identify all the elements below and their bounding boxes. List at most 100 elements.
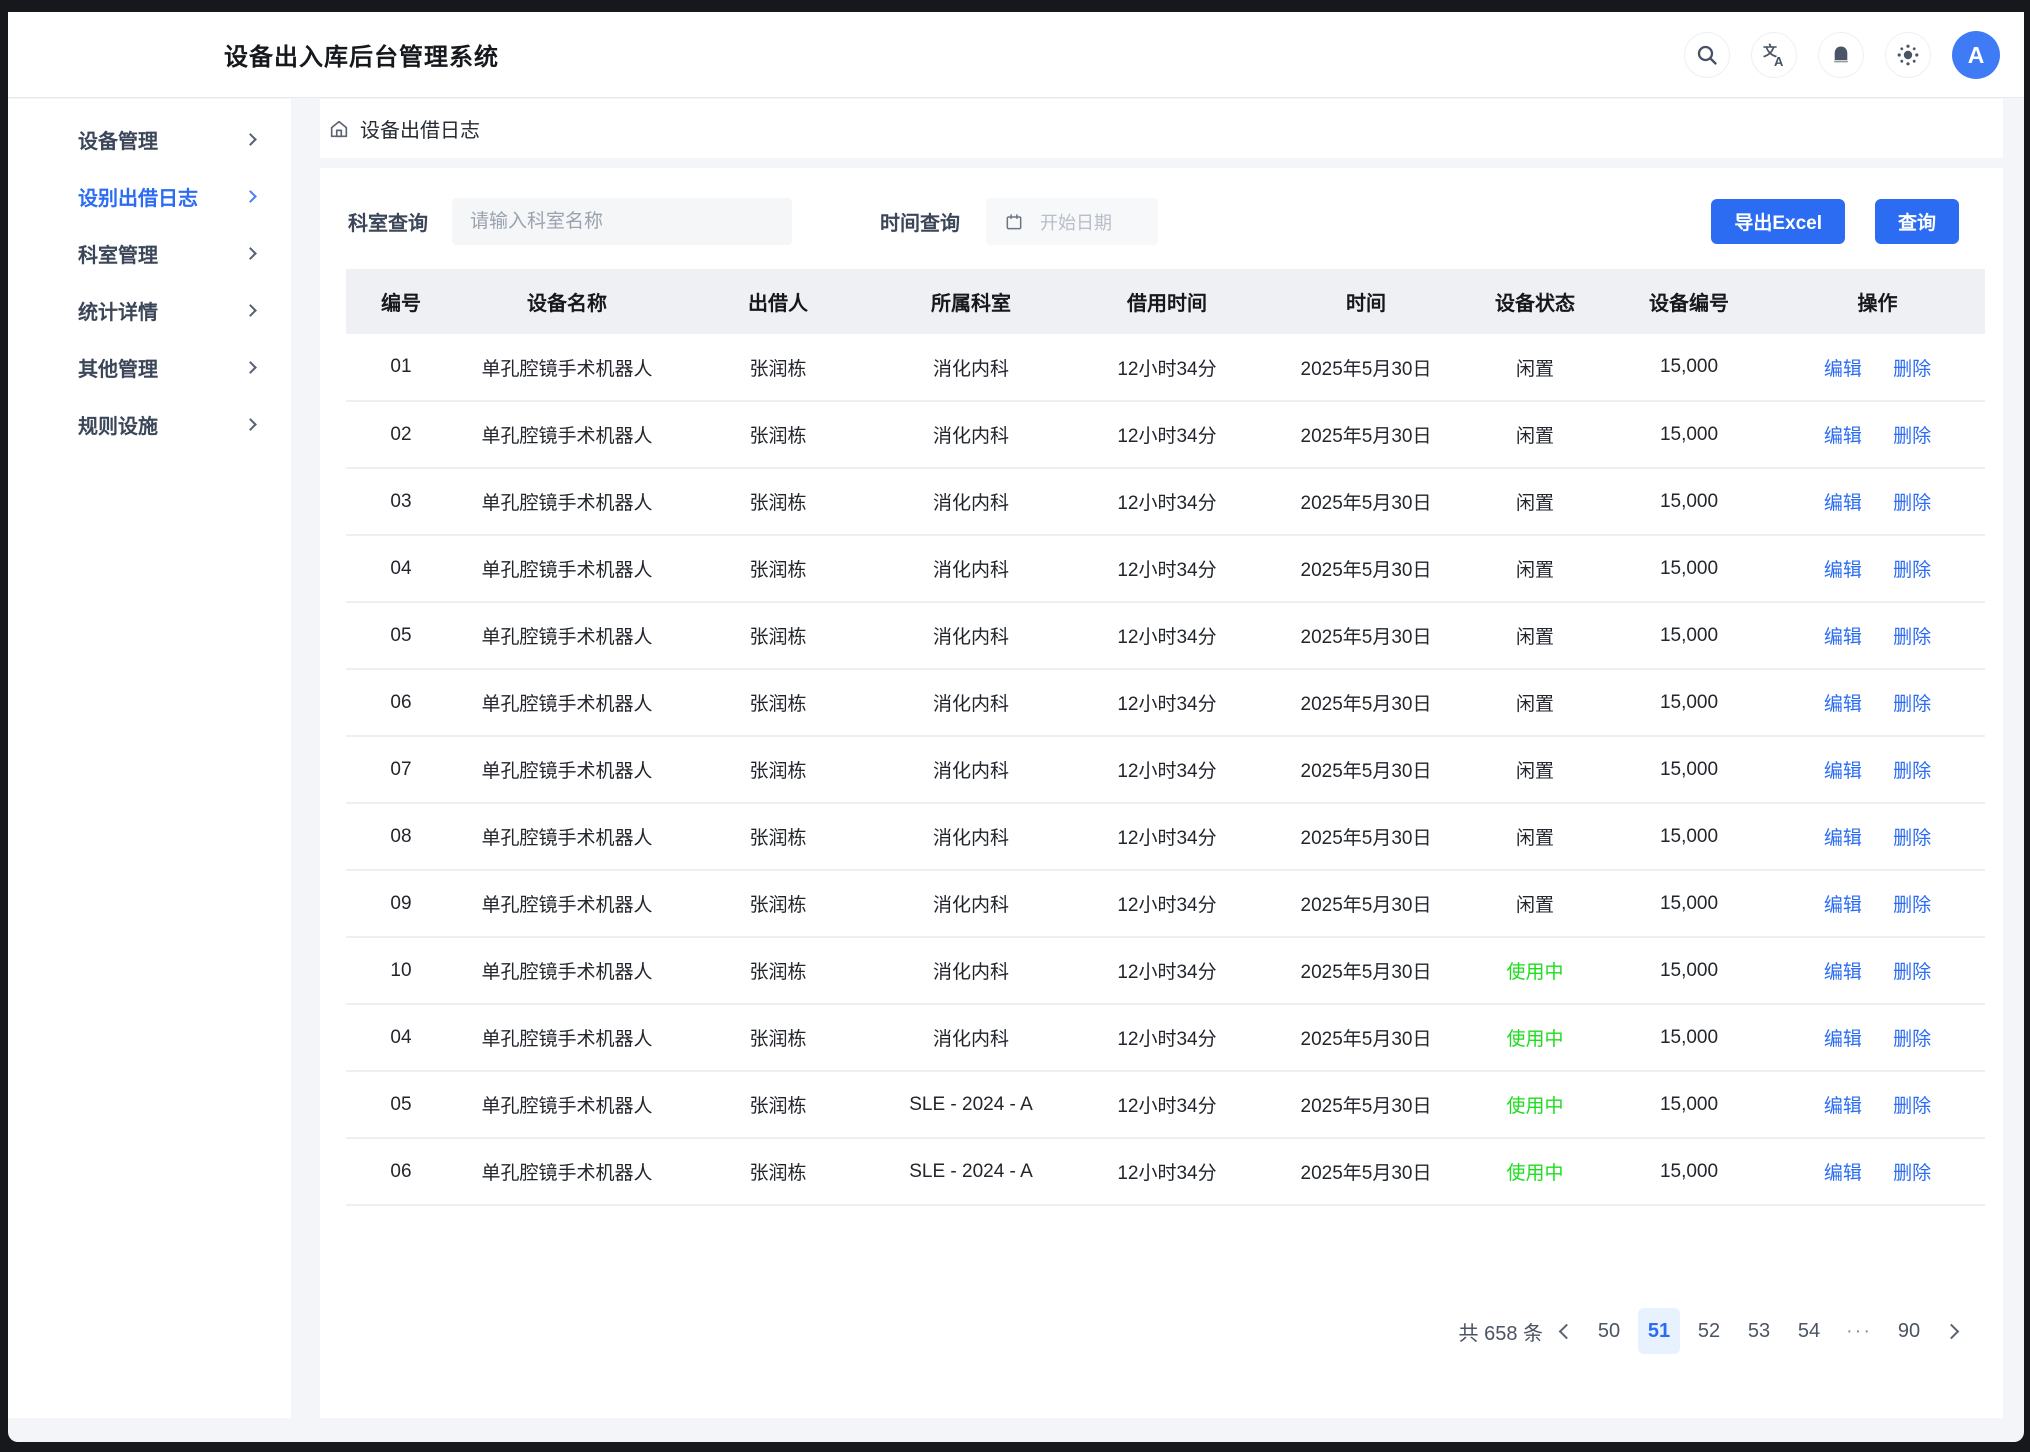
cell-actions: 编辑 删除 <box>1770 535 1985 602</box>
column-header: 设备编号 <box>1608 269 1770 334</box>
cell-date: 2025年5月30日 <box>1270 401 1462 468</box>
cell-status: 使用中 <box>1462 937 1608 1004</box>
translate-button[interactable]: 文 A <box>1751 32 1797 78</box>
delete-link[interactable]: 删除 <box>1893 895 1931 916</box>
edit-link[interactable]: 编辑 <box>1824 1029 1862 1050</box>
user-avatar[interactable]: A <box>1952 31 2000 79</box>
cell-duration: 12小时34分 <box>1064 334 1270 401</box>
pagination-ellipsis[interactable]: ··· <box>1838 1308 1880 1354</box>
start-date-picker[interactable]: 开始日期 <box>986 198 1158 245</box>
delete-link[interactable]: 删除 <box>1893 426 1931 447</box>
cell-date: 2025年5月30日 <box>1270 669 1462 736</box>
edit-link[interactable]: 编辑 <box>1824 694 1862 715</box>
table-row: 10 单孔腔镜手术机器人 张润栋 消化内科 12小时34分 2025年5月30日… <box>346 937 1985 1004</box>
pagination-page[interactable]: 52 <box>1688 1308 1730 1354</box>
cell-id: 06 <box>346 669 456 736</box>
cell-device-name: 单孔腔镜手术机器人 <box>456 602 678 669</box>
pagination-page[interactable]: 50 <box>1588 1308 1630 1354</box>
sidebar-item-rule-settings[interactable]: 规则设施 <box>8 396 291 453</box>
cell-department: 消化内科 <box>878 334 1064 401</box>
edit-link[interactable]: 编辑 <box>1824 560 1862 581</box>
cell-id: 04 <box>346 1004 456 1071</box>
cell-date: 2025年5月30日 <box>1270 1004 1462 1071</box>
cell-actions: 编辑 删除 <box>1770 1071 1985 1138</box>
table-row: 08 单孔腔镜手术机器人 张润栋 消化内科 12小时34分 2025年5月30日… <box>346 803 1985 870</box>
cell-device-code: 15,000 <box>1608 736 1770 803</box>
app-title: 设备出入库后台管理系统 <box>224 37 499 72</box>
edit-link[interactable]: 编辑 <box>1824 895 1862 916</box>
cell-device-code: 15,000 <box>1608 468 1770 535</box>
cell-device-name: 单孔腔镜手术机器人 <box>456 1004 678 1071</box>
sidebar-item-equipment-management[interactable]: 设备管理 <box>8 111 291 168</box>
delete-link[interactable]: 删除 <box>1893 560 1931 581</box>
pagination-prev-icon[interactable] <box>1559 1323 1575 1339</box>
start-date-placeholder: 开始日期 <box>1040 209 1112 235</box>
edit-link[interactable]: 编辑 <box>1824 1096 1862 1117</box>
delete-link[interactable]: 删除 <box>1893 359 1931 380</box>
delete-link[interactable]: 删除 <box>1893 493 1931 514</box>
chevron-right-icon <box>244 361 257 374</box>
cell-device-code: 15,000 <box>1608 602 1770 669</box>
cell-device-code: 15,000 <box>1608 401 1770 468</box>
theme-button[interactable] <box>1885 32 1931 78</box>
cell-status: 闲置 <box>1462 401 1608 468</box>
pagination-page-active[interactable]: 51 <box>1638 1308 1680 1354</box>
edit-link[interactable]: 编辑 <box>1824 962 1862 983</box>
table-row: 07 单孔腔镜手术机器人 张润栋 消化内科 12小时34分 2025年5月30日… <box>346 736 1985 803</box>
delete-link[interactable]: 删除 <box>1893 761 1931 782</box>
breadcrumb[interactable]: 设备出借日志 <box>328 114 480 143</box>
edit-link[interactable]: 编辑 <box>1824 493 1862 514</box>
edit-link[interactable]: 编辑 <box>1824 828 1862 849</box>
cell-lender: 张润栋 <box>678 602 878 669</box>
notification-button[interactable] <box>1818 32 1864 78</box>
cell-device-name: 单孔腔镜手术机器人 <box>456 1071 678 1138</box>
delete-link[interactable]: 删除 <box>1893 627 1931 648</box>
delete-link[interactable]: 删除 <box>1893 1096 1931 1117</box>
edit-link[interactable]: 编辑 <box>1824 627 1862 648</box>
sidebar-item-label: 设别出借日志 <box>78 182 198 211</box>
edit-link[interactable]: 编辑 <box>1824 1163 1862 1184</box>
dept-search-label: 科室查询 <box>348 207 428 236</box>
cell-actions: 编辑 删除 <box>1770 736 1985 803</box>
sidebar-item-label: 统计详情 <box>78 296 158 325</box>
pagination-page[interactable]: 90 <box>1888 1308 1930 1354</box>
cell-date: 2025年5月30日 <box>1270 870 1462 937</box>
edit-link[interactable]: 编辑 <box>1824 359 1862 380</box>
cell-actions: 编辑 删除 <box>1770 803 1985 870</box>
breadcrumb-label: 设备出借日志 <box>360 114 480 143</box>
dept-search-input[interactable] <box>452 198 792 245</box>
cell-lender: 张润栋 <box>678 669 878 736</box>
cell-date: 2025年5月30日 <box>1270 535 1462 602</box>
edit-link[interactable]: 编辑 <box>1824 761 1862 782</box>
cell-lender: 张润栋 <box>678 1071 878 1138</box>
delete-link[interactable]: 删除 <box>1893 1029 1931 1050</box>
theme-sun-icon <box>1896 43 1920 67</box>
query-button[interactable]: 查询 <box>1875 199 1959 244</box>
sidebar-item-device-lending-log[interactable]: 设别出借日志 <box>8 168 291 225</box>
delete-link[interactable]: 删除 <box>1893 828 1931 849</box>
delete-link[interactable]: 删除 <box>1893 694 1931 715</box>
delete-link[interactable]: 删除 <box>1893 962 1931 983</box>
search-button[interactable] <box>1684 32 1730 78</box>
delete-link[interactable]: 删除 <box>1893 1163 1931 1184</box>
header-actions: 文 A A <box>1684 12 2000 98</box>
sidebar-item-statistics-detail[interactable]: 统计详情 <box>8 282 291 339</box>
cell-department: 消化内科 <box>878 1004 1064 1071</box>
cell-device-name: 单孔腔镜手术机器人 <box>456 401 678 468</box>
cell-device-code: 15,000 <box>1608 1004 1770 1071</box>
table-row: 05 单孔腔镜手术机器人 张润栋 消化内科 12小时34分 2025年5月30日… <box>346 602 1985 669</box>
cell-department: 消化内科 <box>878 468 1064 535</box>
sidebar-item-other-management[interactable]: 其他管理 <box>8 339 291 396</box>
cell-status: 使用中 <box>1462 1138 1608 1205</box>
export-excel-button[interactable]: 导出Excel <box>1711 199 1845 244</box>
sidebar-item-label: 设备管理 <box>78 125 158 154</box>
pagination-page[interactable]: 54 <box>1788 1308 1830 1354</box>
pagination-page[interactable]: 53 <box>1738 1308 1780 1354</box>
cell-duration: 12小时34分 <box>1064 736 1270 803</box>
pagination-next-icon[interactable] <box>1944 1323 1960 1339</box>
edit-link[interactable]: 编辑 <box>1824 426 1862 447</box>
sidebar-item-department-management[interactable]: 科室管理 <box>8 225 291 282</box>
table-row: 02 单孔腔镜手术机器人 张润栋 消化内科 12小时34分 2025年5月30日… <box>346 401 1985 468</box>
cell-date: 2025年5月30日 <box>1270 468 1462 535</box>
top-header: 设备出入库后台管理系统 文 A <box>8 12 2024 98</box>
